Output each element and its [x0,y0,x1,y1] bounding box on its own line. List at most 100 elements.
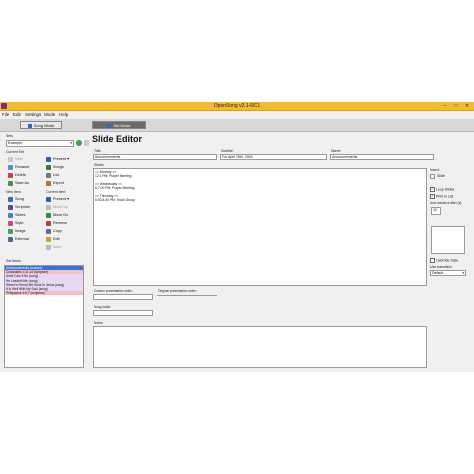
override-style-checkbox[interactable]: Override Style [430,258,458,263]
new-scripture-label: Scripture [15,205,31,209]
menu-settings[interactable]: Settings [25,112,41,117]
edit-icon [46,236,51,242]
print-in-list-checkbox[interactable]: ✓ Print in List [430,194,453,199]
menu-help[interactable]: Help [59,112,68,117]
title-field[interactable]: Announcements [93,154,217,160]
style-preview [431,226,465,254]
use-transition-label: Use transition: [430,265,453,269]
custom-order-label: Custom presentation order: [94,289,133,293]
delete-set-button[interactable]: Delete [8,172,26,179]
title-bar: OpenSong v2.1-RC1 – □ ✕ [0,102,474,111]
auto-advance-spinner[interactable]: 10 [431,207,441,215]
set-items-list: Announcements (custom) Colossians 1:11-1… [4,265,84,368]
remove-button[interactable]: Remove [46,220,67,227]
name-label: Name: [331,149,342,153]
sets-selected: Example [8,141,22,145]
page-title: Slide Editor [92,134,143,144]
new-slides-button[interactable]: Slides [8,212,25,219]
refresh-icon[interactable] [76,140,82,146]
new-external-button[interactable]: External [8,236,29,243]
set-icon [107,123,112,128]
set-mode-button[interactable]: Set Mode [92,121,146,129]
auto-advance-label: Auto advance after (s): [430,201,463,205]
export-button[interactable]: Export [46,180,64,187]
songs-button[interactable]: Songs [46,164,64,171]
insert-slide-label: Slide [437,174,445,178]
menu-edit[interactable]: Edit [13,112,21,117]
style-icon [8,220,13,226]
insert-slide-button[interactable]: Slide [430,173,445,180]
new-slides-label: Slides [15,213,26,217]
slides-textarea[interactable]: >> Monday << 12:1 PM: Prayer Meeting >> … [93,168,427,286]
slide-line: 6:30-8:30 PM: Youth Group [95,198,135,202]
copy-label: Copy [53,229,62,233]
app-window: OpenSong v2.1-RC1 – □ ✕ File Edit Settin… [0,102,474,372]
rename-set-button[interactable]: Rename [8,164,29,171]
subtitle-field[interactable]: For April 25th, 2004 [220,154,327,160]
rename-set-label: Rename [15,165,30,169]
song-icon [8,196,13,202]
list-item[interactable]: Philippians 4:6-7 (scripture) [5,291,83,296]
present-icon [46,196,51,202]
notes-label: Notes: [94,321,104,325]
song-folder-field[interactable] [93,310,153,316]
name-field[interactable]: Announcements [330,154,434,160]
checkbox-checked-icon: ✓ [430,187,435,192]
minimize-button[interactable]: – [440,102,450,110]
notes-textarea[interactable] [93,326,427,368]
checkbox-icon [430,258,435,263]
set-items-label: Set Items [6,259,21,263]
arrow-down-icon [46,212,51,218]
menu-mode[interactable]: Mode [44,112,55,117]
delete-set-label: Delete [15,173,26,177]
present-item-button[interactable]: Present▾ [46,196,69,203]
custom-order-field[interactable] [93,294,153,300]
close-button[interactable]: ✕ [462,102,472,110]
chevron-down-icon: ▾ [67,157,69,161]
new-scripture-button[interactable]: Scripture [8,204,30,211]
chevron-down-icon: ▾ [462,271,464,275]
left-panel: Sets Example ▾ Current Set New Rename De… [2,132,89,370]
sets-select[interactable]: Example ▾ [6,140,74,147]
new-song-button[interactable]: Song [8,196,24,203]
move-up-button[interactable]: Move Up [46,204,68,211]
slides-icon [8,212,13,218]
loop-slides-checkbox[interactable]: ✓ Loop Slides [430,187,454,192]
maximize-button[interactable]: □ [451,102,461,110]
transition-selected: Default [432,271,444,275]
edit-label: Edit [53,237,60,241]
slides-label: Slides: [94,163,105,167]
new-style-label: Style [15,221,24,225]
new-external-label: External [15,237,29,241]
mode-bar: Song Mode Set Mode [0,119,474,132]
delete-icon [8,172,13,178]
new-image-button[interactable]: Image [8,228,26,235]
copy-button[interactable]: Copy [46,228,62,235]
new-set-button[interactable]: New [8,156,23,163]
export-icon [46,180,51,186]
scripture-icon [8,204,13,210]
song-mode-button[interactable]: Song Mode [20,121,62,129]
move-up-label: Move Up [53,205,69,209]
menu-file[interactable]: File [2,112,9,117]
arrow-up-icon [46,204,51,210]
list-icon [46,172,51,178]
save-item-button[interactable]: Save [46,244,62,251]
new-style-button[interactable]: Style [8,220,23,227]
edit-button[interactable]: Edit [46,236,60,243]
move-down-button[interactable]: Move Dn [46,212,68,219]
list-button[interactable]: List [46,172,59,179]
songs-icon [46,164,51,170]
present-icon [46,156,51,162]
present-item-label: Present [53,197,67,201]
set-mode-label: Set Mode [113,123,131,128]
save-as-set-button[interactable]: Save As [8,180,29,187]
new-image-label: Image [15,229,26,233]
song-mode-label: Song Mode [33,123,55,128]
checkbox-checked-icon: ✓ [430,194,435,199]
rename-icon [8,164,13,170]
transition-select[interactable]: Default ▾ [430,270,466,276]
sets-extra-icon[interactable] [84,140,89,146]
present-set-button[interactable]: Present▾ [46,156,69,163]
save-icon [8,180,13,186]
